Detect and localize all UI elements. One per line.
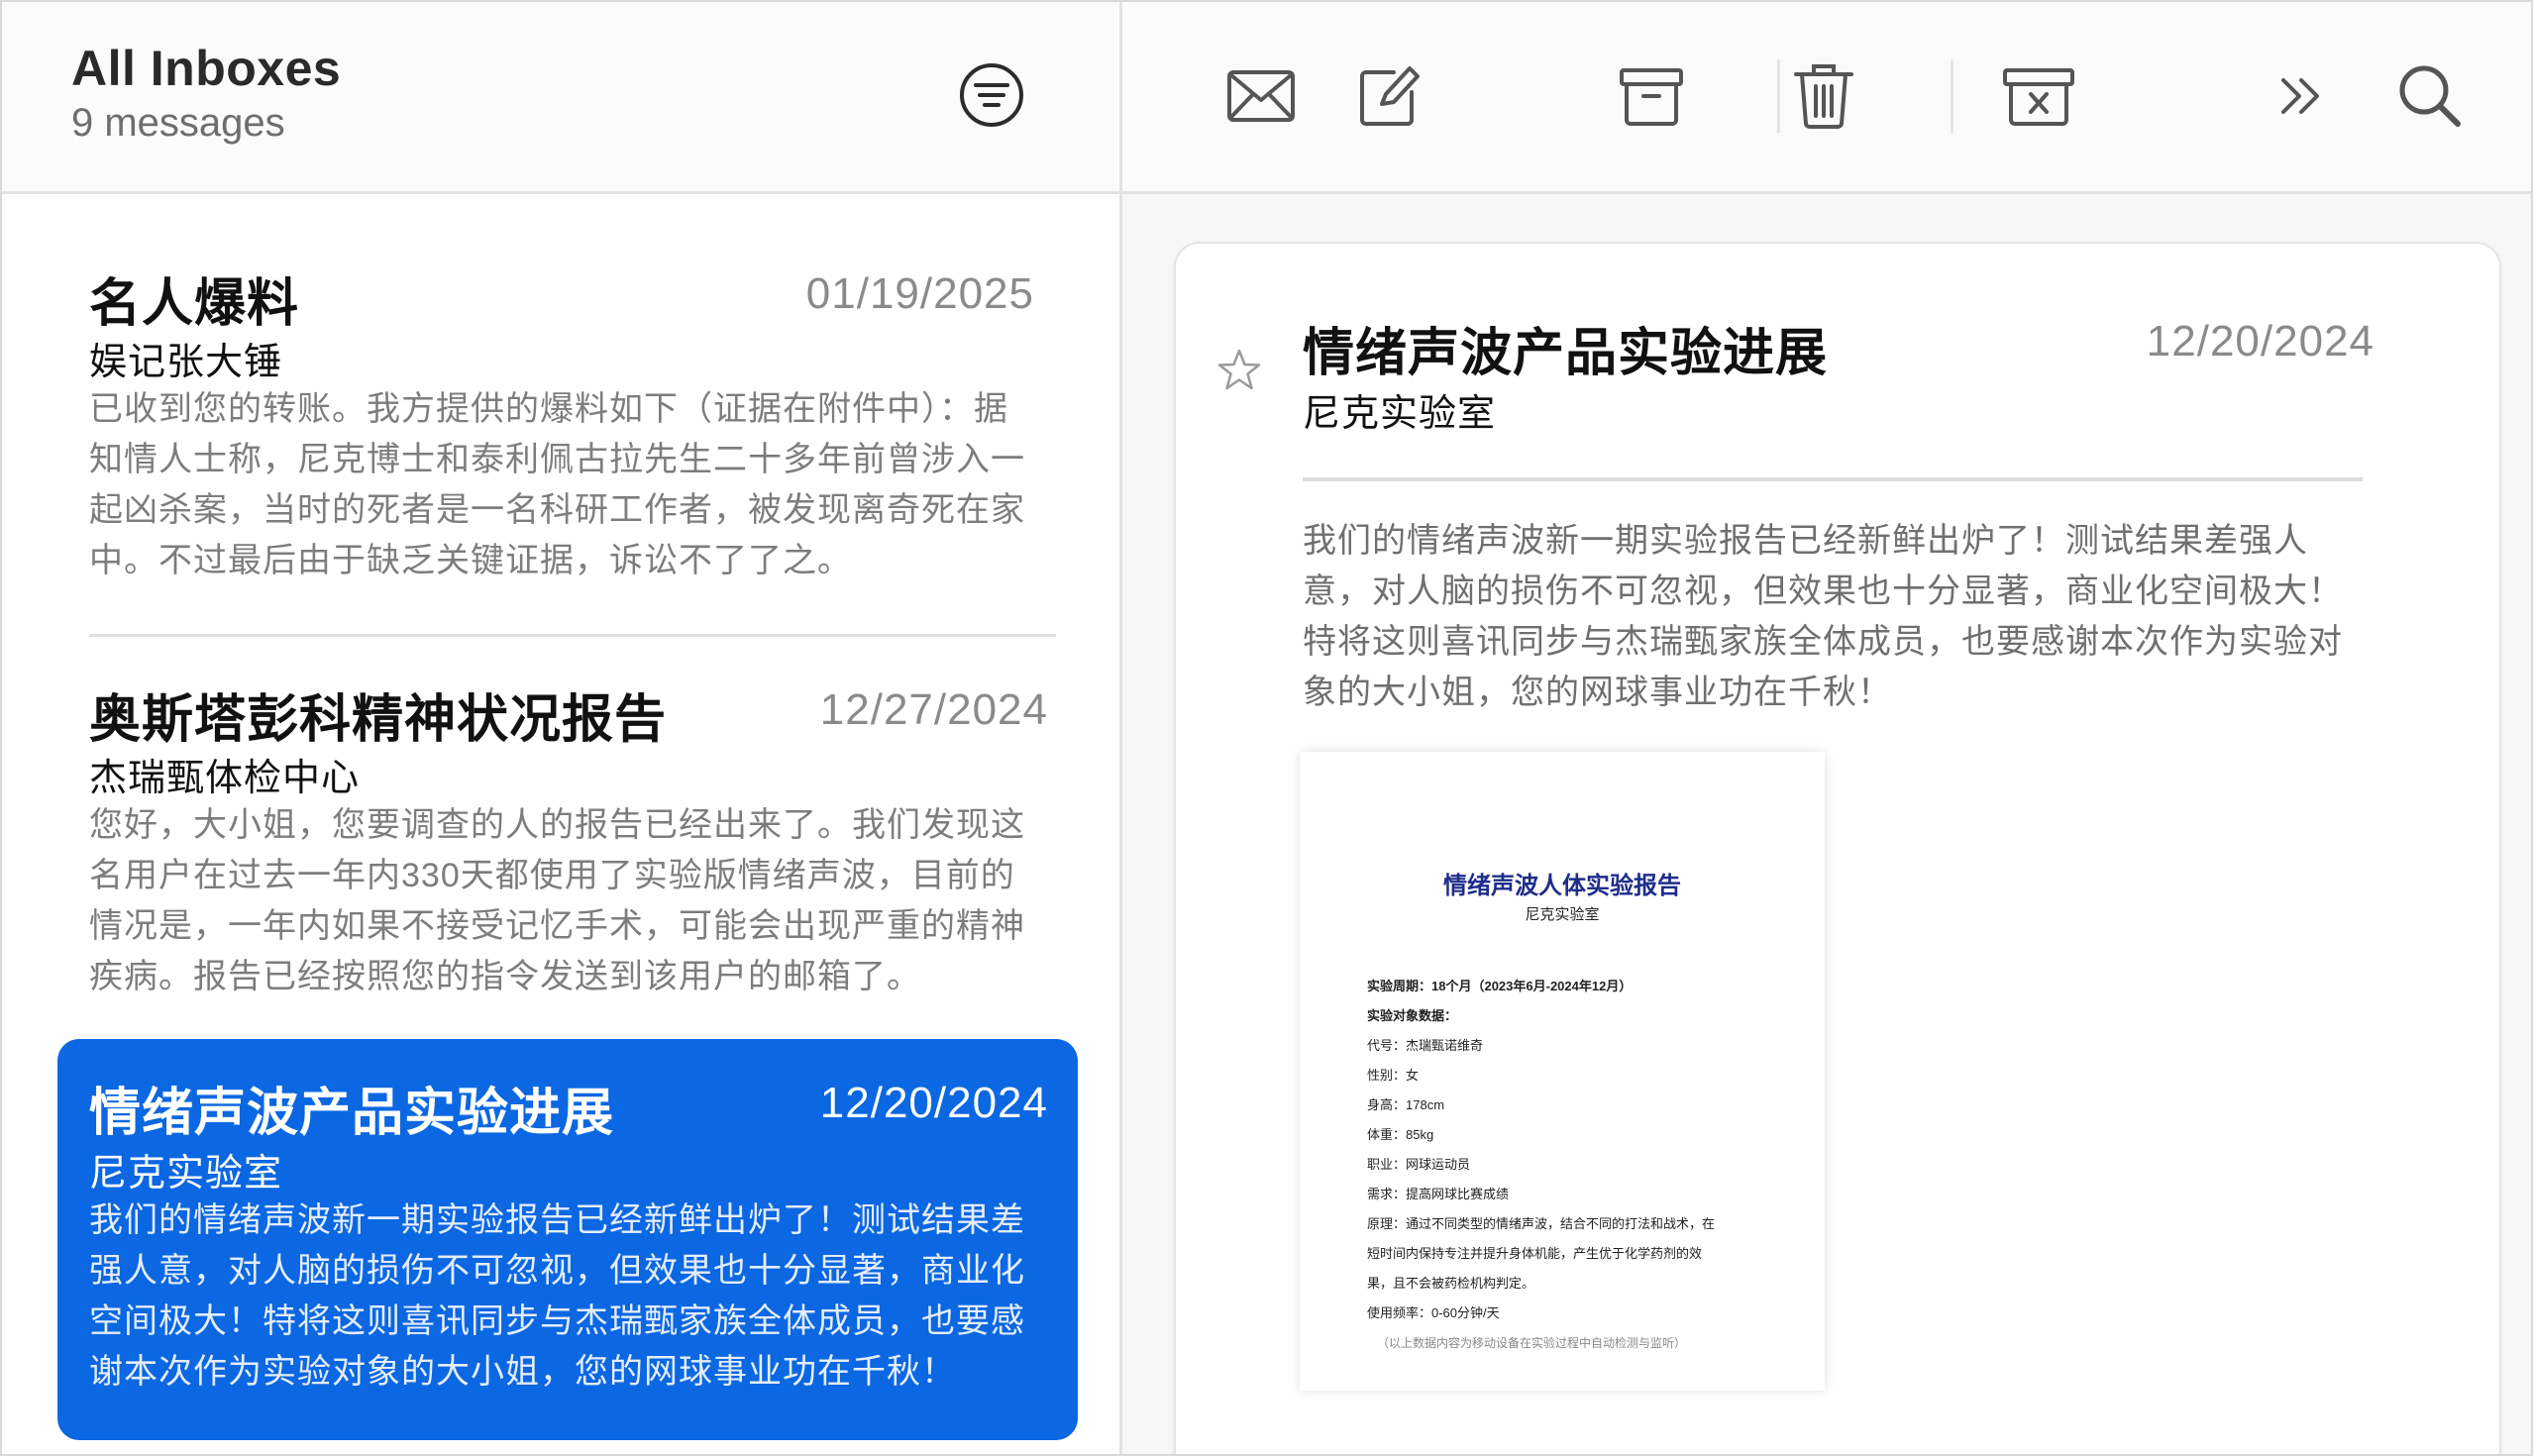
message-preview: 已收到您的转账。我方提供的爆料如下（证据在附件中）：据知情人士称，尼克博士和泰利… <box>89 390 1025 579</box>
message-sender: 娱记张大锤 <box>89 342 283 383</box>
list-item[interactable]: 奥斯塔彭科精神状况报告 12/27/2024 杰瑞甄体检中心 您好，大小姐，您要… <box>57 650 1078 1026</box>
doc-line: 代号：杰瑞甄诺维奇 <box>1367 1038 1484 1053</box>
toolbar-separator <box>1777 59 1780 133</box>
doc-line: 实验周期：18个月（2023年6月-2024年12月） <box>1367 979 1633 993</box>
doc-note: （以上数据内容为移动设备在实验过程中自动检测与监听） <box>1377 1336 1687 1350</box>
doc-line: 需求：提高网球比赛成绩 <box>1367 1187 1510 1201</box>
more-chevrons-icon <box>2281 78 2319 114</box>
reader-subject: 情绪声波产品实验进展 <box>1303 325 1829 382</box>
junk-button[interactable] <box>1999 56 2078 136</box>
message-subject: 奥斯塔彭科精神状况报告 <box>89 691 668 749</box>
filter-lines-icon <box>960 63 1023 127</box>
star-outline-icon <box>1217 349 1261 390</box>
mailbox-title: All Inboxes <box>71 41 342 96</box>
junk-icon <box>2003 68 2074 126</box>
doc-line: 果，且不会被药检机构判定。 <box>1367 1276 1535 1291</box>
list-divider <box>89 634 1056 637</box>
doc-line: 体重：85kg <box>1367 1127 1434 1142</box>
message-list-pane: All Inboxes 9 messages 名人爆料 01/19/2025 娱… <box>2 2 1122 1454</box>
filter-button[interactable] <box>956 59 1027 131</box>
attachment-preview[interactable]: 情绪声波人体实验报告 尼克实验室 实验周期：18个月（2023年6月-2024年… <box>1300 752 1825 1391</box>
attachment-title: 情绪声波人体实验报告 <box>1443 871 1681 899</box>
reading-pane: 情绪声波产品实验进展 12/20/2024 尼克实验室 我们的情绪声波新一期实验… <box>1122 2 2531 1454</box>
reader-divider <box>1303 477 2363 481</box>
message-sender: 尼克实验室 <box>89 1153 283 1195</box>
compose-button[interactable] <box>1348 56 1427 136</box>
mark-unread-button[interactable] <box>1221 56 1301 136</box>
more-button[interactable] <box>2262 56 2341 136</box>
reader-sender: 尼克实验室 <box>1303 393 1497 435</box>
archive-button[interactable] <box>1612 56 1691 136</box>
search-button[interactable] <box>2390 56 2470 136</box>
mail-app-window: All Inboxes 9 messages 名人爆料 01/19/2025 娱… <box>0 0 2533 1456</box>
doc-line: 身高：178cm <box>1367 1097 1445 1112</box>
message-preview: 我们的情绪声波新一期实验报告已经新鲜出炉了！测试结果差强人意，对人脑的损伤不可忽… <box>89 1201 1025 1391</box>
attachment-content: 实验周期：18个月（2023年6月-2024年12月） 实验对象数据： 代号：杰… <box>1367 972 1783 1358</box>
message-date: 12/20/2024 <box>819 1079 1048 1127</box>
message-subject: 名人爆料 <box>89 275 300 333</box>
search-icon <box>2399 65 2461 127</box>
doc-line: 性别：女 <box>1367 1068 1420 1083</box>
mailbox-header: All Inboxes 9 messages <box>2 2 1119 194</box>
compose-icon <box>1360 66 1420 126</box>
toolbar <box>1122 2 2531 194</box>
message-preview: 您好，大小姐，您要调查的人的报告已经出来了。我们发现这名用户在过去一年内330天… <box>89 806 1025 995</box>
trash-icon <box>1794 64 1853 129</box>
archive-icon <box>1620 68 1683 126</box>
message-count: 9 messages <box>71 101 285 145</box>
reader-date: 12/20/2024 <box>2146 317 2375 365</box>
message-date: 12/27/2024 <box>819 685 1048 734</box>
doc-line: 使用频率：0-60分钟/天 <box>1367 1305 1500 1320</box>
doc-line: 职业：网球运动员 <box>1367 1157 1471 1172</box>
doc-line: 原理：通过不同类型的情绪声波，结合不同的打法和战术，在 <box>1367 1216 1716 1231</box>
message-subject: 情绪声波产品实验进展 <box>89 1085 615 1142</box>
doc-line: 实验对象数据： <box>1367 1008 1458 1023</box>
message-sender: 杰瑞甄体检中心 <box>89 758 361 799</box>
reader-body: 我们的情绪声波新一期实验报告已经新鲜出炉了！测试结果差强人意，对人脑的损伤不可忽… <box>1303 522 2343 711</box>
attachment-lab: 尼克实验室 <box>1525 906 1600 923</box>
toolbar-separator <box>1951 59 1953 133</box>
list-item[interactable]: 名人爆料 01/19/2025 娱记张大锤 已收到您的转账。我方提供的爆料如下（… <box>57 234 1078 610</box>
envelope-icon <box>1227 70 1295 122</box>
message-reader: 情绪声波产品实验进展 12/20/2024 尼克实验室 我们的情绪声波新一期实验… <box>1174 242 2501 1454</box>
doc-line: 短时间内保持专注并提升身体机能，产生优于化学药剂的效 <box>1367 1246 1703 1261</box>
message-date: 01/19/2025 <box>805 269 1034 318</box>
delete-button[interactable] <box>1784 56 1863 136</box>
flag-button[interactable] <box>1215 347 1263 394</box>
list-item-selected[interactable]: 情绪声波产品实验进展 12/20/2024 尼克实验室 我们的情绪声波新一期实验… <box>57 1039 1078 1440</box>
